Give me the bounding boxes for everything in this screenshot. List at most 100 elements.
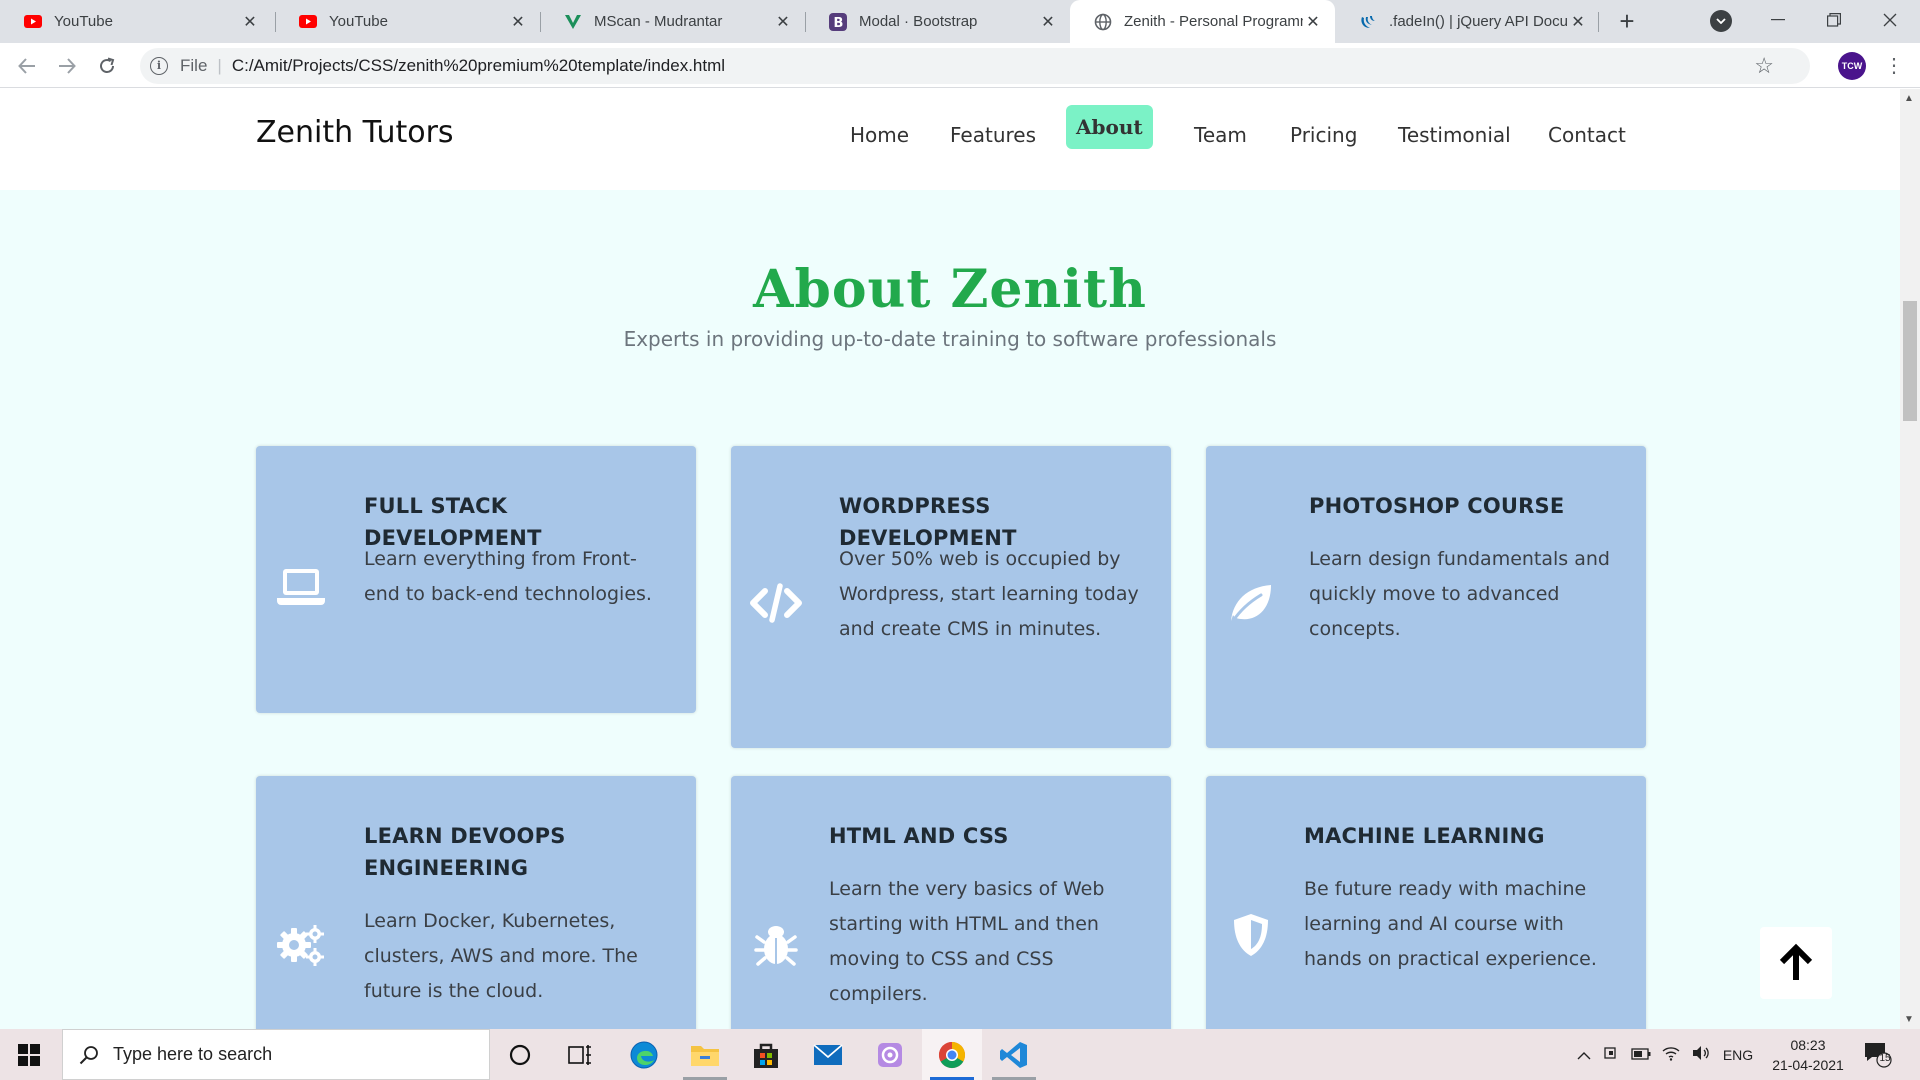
address-divider: | [217, 56, 222, 75]
address-scheme-label: File [180, 56, 208, 75]
bookmark-star-icon[interactable]: ☆ [1754, 53, 1774, 79]
minimize-icon [1771, 19, 1785, 21]
taskbar-chrome[interactable] [922, 1029, 982, 1080]
taskbar-vscode[interactable] [984, 1029, 1044, 1080]
site-header: Zenith Tutors Home Features About Team P… [0, 89, 1900, 190]
browser-tab-jquery[interactable]: .fadeIn() | jQuery API Docum ✕ [1335, 0, 1600, 43]
nav-link-pricing[interactable]: Pricing [1280, 113, 1367, 157]
nav-link-contact[interactable]: Contact [1538, 113, 1636, 157]
taskbar-search-box[interactable]: Type here to search [62, 1029, 490, 1080]
nav-link-features[interactable]: Features [940, 113, 1046, 157]
tab-search-button[interactable] [1710, 10, 1732, 32]
card-text: Be future ready with machine learning an… [1304, 878, 1597, 970]
task-view-button[interactable] [550, 1029, 610, 1080]
arrow-left-icon [18, 58, 35, 74]
browser-tab-zenith[interactable]: Zenith - Personal Programm ✕ [1070, 0, 1335, 43]
store-bag-icon [754, 1043, 778, 1068]
browser-menu-icon[interactable]: ⋮ [1884, 53, 1904, 79]
windows-taskbar: Type here to search ENG 08:23 21-04-2021… [0, 1029, 1920, 1080]
tab-close-icon[interactable]: ✕ [773, 12, 793, 32]
info-icon[interactable]: i [150, 57, 168, 75]
back-to-top-button[interactable] [1760, 927, 1832, 999]
close-window-button[interactable] [1860, 0, 1920, 40]
tab-divider [1598, 12, 1599, 32]
taskbar-edge[interactable] [614, 1029, 674, 1080]
scroll-up-arrow-icon[interactable]: ▲ [1904, 93, 1914, 104]
battery-icon[interactable] [1626, 1047, 1656, 1063]
service-card-html-css: HTML AND CSS Learn the very basics of We… [731, 776, 1171, 1029]
page-scrollbar[interactable]: ▲ ▼ [1900, 89, 1920, 1029]
back-button[interactable] [12, 51, 42, 81]
youtube-icon [299, 13, 317, 31]
nav-link-about[interactable]: About [1066, 105, 1153, 149]
start-button[interactable] [0, 1029, 58, 1080]
card-title: HTML AND CSS [829, 824, 1009, 848]
wifi-icon[interactable] [1656, 1045, 1686, 1064]
scrollbar-thumb[interactable] [1903, 301, 1917, 421]
nav-link-testimonial[interactable]: Testimonial [1388, 113, 1521, 157]
card-text: Over 50% web is occupied by Wordpress, s… [839, 548, 1139, 640]
taskbar-app-camera[interactable] [860, 1029, 920, 1080]
windows-logo-icon [18, 1043, 40, 1066]
tab-close-icon[interactable]: ✕ [1038, 12, 1058, 32]
browser-tab-bootstrap[interactable]: B Modal · Bootstrap ✕ [805, 0, 1070, 43]
site-brand[interactable]: Zenith Tutors [256, 115, 454, 150]
tab-title: MScan - Mudrantar [594, 13, 723, 30]
card-text: Learn everything from Front-end to back-… [364, 548, 652, 605]
action-center-button[interactable]: 15 [1862, 1039, 1892, 1069]
jquery-icon [1359, 13, 1377, 31]
mscan-icon [564, 13, 582, 31]
meet-now-icon[interactable] [1596, 1045, 1626, 1064]
nav-link-team[interactable]: Team [1184, 113, 1257, 157]
address-url[interactable]: C:/Amit/Projects/CSS/zenith%20premium%20… [232, 56, 725, 76]
profile-avatar[interactable]: TCW [1838, 52, 1866, 80]
tab-close-icon[interactable]: ✕ [1568, 12, 1588, 32]
globe-icon [1094, 13, 1112, 31]
language-indicator[interactable]: ENG [1716, 1047, 1760, 1063]
reload-button[interactable] [92, 51, 122, 81]
taskbar-clock[interactable]: 08:23 21-04-2021 [1768, 1035, 1848, 1075]
bootstrap-icon: B [829, 12, 847, 31]
taskbar-mail[interactable] [798, 1029, 858, 1080]
about-section-subtitle: Experts in providing up-to-date training… [623, 327, 1277, 351]
cortana-button[interactable] [490, 1029, 550, 1080]
forward-button[interactable] [52, 51, 82, 81]
nav-link-home[interactable]: Home [840, 113, 919, 157]
browser-toolbar: i File | C:/Amit/Projects/CSS/zenith%20p… [0, 43, 1920, 88]
browser-tab-youtube-2[interactable]: YouTube ✕ [275, 0, 540, 43]
taskbar-file-explorer[interactable] [675, 1029, 735, 1080]
tab-close-icon[interactable]: ✕ [1303, 12, 1323, 32]
gears-icon [274, 918, 328, 972]
browser-tab-strip: YouTube ✕ YouTube ✕ MScan - Mudrantar ✕ … [0, 0, 1920, 43]
browser-tab-youtube-1[interactable]: YouTube ✕ [0, 0, 272, 43]
address-bar[interactable]: i File | C:/Amit/Projects/CSS/zenith%20p… [140, 48, 1810, 84]
scroll-down-arrow-icon[interactable]: ▼ [1904, 1014, 1914, 1025]
card-text: Learn the very basics of Web starting wi… [829, 878, 1105, 1005]
folder-icon [691, 1045, 719, 1066]
search-icon [79, 1045, 98, 1064]
minimize-button[interactable] [1748, 0, 1808, 40]
service-card-full-stack: FULL STACK DEVELOPMENT Learn everything … [256, 446, 696, 713]
volume-icon[interactable] [1686, 1045, 1716, 1064]
tab-title: Modal · Bootstrap [859, 13, 978, 30]
taskbar-search-placeholder: Type here to search [113, 1044, 273, 1064]
shield-icon [1224, 908, 1278, 962]
tab-title: Zenith - Personal Programm [1124, 13, 1303, 30]
restore-button[interactable] [1804, 0, 1864, 40]
arrow-right-icon [59, 58, 76, 74]
clock-time: 08:23 [1790, 1037, 1826, 1053]
service-card-photoshop: PHOTOSHOP COURSE Learn design fundamenta… [1206, 446, 1646, 748]
card-title: PHOTOSHOP COURSE [1309, 494, 1565, 518]
photo-app-icon [878, 1042, 902, 1067]
tab-close-icon[interactable]: ✕ [240, 12, 260, 32]
task-view-icon [568, 1044, 591, 1065]
chrome-icon [938, 1041, 966, 1068]
service-card-machine-learning: MACHINE LEARNING Be future ready with ma… [1206, 776, 1646, 1029]
new-tab-button[interactable]: + [1612, 6, 1642, 36]
show-hidden-icons-chevron-icon[interactable] [1572, 1047, 1596, 1063]
taskbar-store[interactable] [736, 1029, 796, 1080]
browser-tab-mscan[interactable]: MScan - Mudrantar ✕ [540, 0, 805, 43]
service-card-devops: LEARN DEVOOPS ENGINEERING Learn Docker, … [256, 776, 696, 1029]
bug-icon [749, 918, 803, 972]
tab-close-icon[interactable]: ✕ [508, 12, 528, 32]
